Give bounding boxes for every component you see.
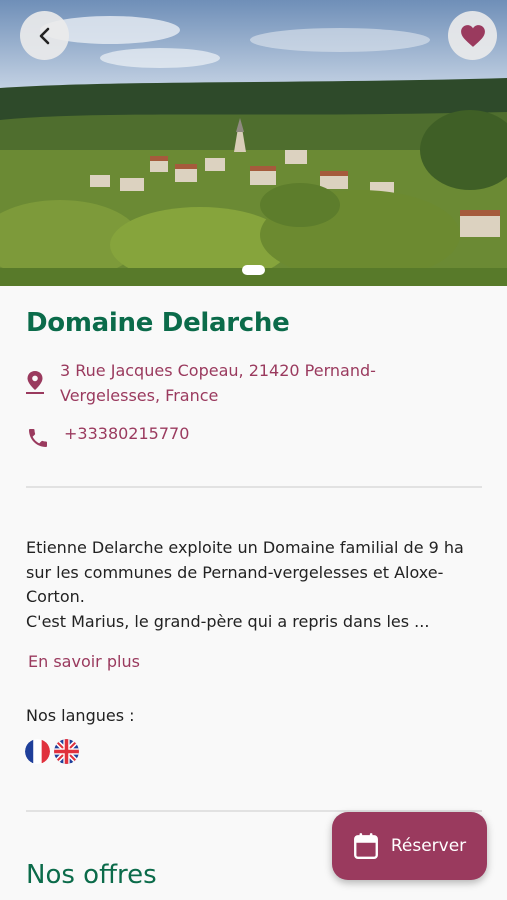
france-flag-icon bbox=[25, 739, 50, 764]
location-pin-icon bbox=[26, 371, 44, 394]
section-divider bbox=[26, 486, 482, 488]
reserve-button[interactable]: Réserver bbox=[332, 812, 487, 880]
domain-details: Domaine Delarche 3 Rue Jacques Copeau, 2… bbox=[0, 286, 507, 900]
description-line: Etienne Delarche exploite un Domaine fam… bbox=[26, 538, 464, 557]
chevron-left-icon bbox=[39, 27, 49, 44]
description-line: Corton. bbox=[26, 587, 85, 606]
favorite-button[interactable] bbox=[448, 11, 497, 60]
address-text: 3 Rue Jacques Copeau, 21420 Pernand-Verg… bbox=[60, 361, 376, 405]
reserve-label: Réserver bbox=[390, 836, 467, 856]
heart-icon bbox=[460, 24, 485, 47]
description-text: Etienne Delarche exploite un Domaine fam… bbox=[26, 536, 486, 634]
village-vineyard-photo bbox=[0, 0, 507, 286]
uk-flag-icon bbox=[54, 739, 79, 764]
carousel-indicator bbox=[242, 265, 265, 275]
read-more-link[interactable]: En savoir plus bbox=[28, 652, 140, 671]
languages-label: Nos langues : bbox=[26, 706, 135, 725]
offers-title: Nos offres bbox=[26, 860, 157, 890]
hero-image-carousel[interactable] bbox=[0, 0, 507, 286]
description-line: C'est Marius, le grand-père qui a repris… bbox=[26, 611, 430, 631]
phone-icon bbox=[29, 429, 47, 447]
language-flags bbox=[25, 739, 79, 764]
domain-title: Domaine Delarche bbox=[26, 308, 290, 338]
description-line: sur les communes de Pernand-vergelesses … bbox=[26, 562, 444, 582]
back-button[interactable] bbox=[20, 11, 69, 60]
phone-number: +33380215770 bbox=[64, 424, 190, 443]
calendar-icon bbox=[353, 833, 378, 860]
